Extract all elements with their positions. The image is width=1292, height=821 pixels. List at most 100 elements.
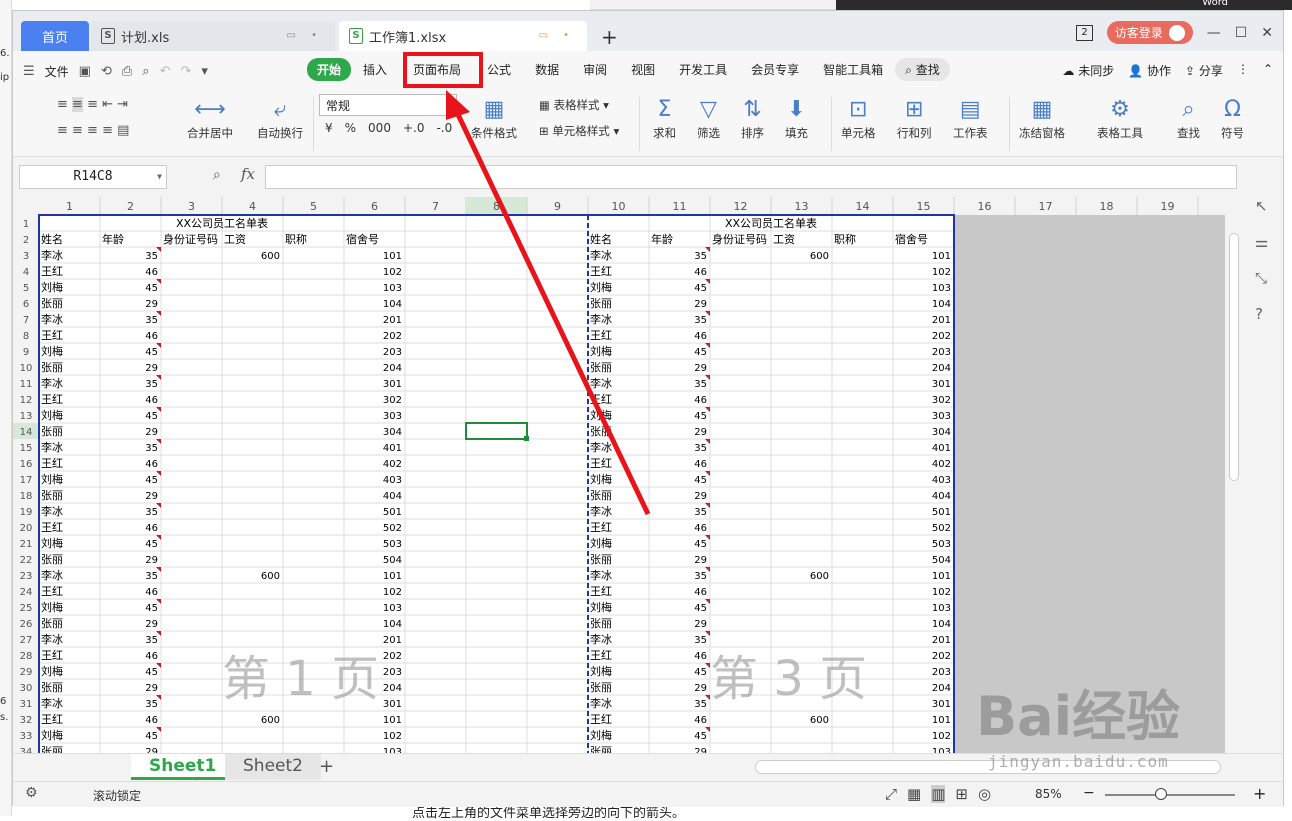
room-cell: 101 bbox=[383, 251, 402, 262]
symbol-button[interactable]: Ω 符号 bbox=[1221, 95, 1244, 141]
room-cell: 103 bbox=[383, 283, 402, 294]
spreadsheet-grid[interactable]: 1 2 3 4 5 6 7 8 9 10 11 12 13 14 15 16 17 18 19 1 2 3 4 5 6 7 8 9 10… bbox=[13, 197, 1225, 753]
fill-button[interactable]: ⬇ 填充 bbox=[785, 95, 808, 141]
filter-button[interactable]: ▽ 筛选 bbox=[697, 95, 720, 141]
zoom-formula-icon[interactable]: ⌕ bbox=[213, 167, 221, 183]
increase-decimal-button[interactable]: +.0 bbox=[403, 121, 425, 135]
maximize-button[interactable]: ☐ bbox=[1235, 25, 1248, 41]
undo-icon[interactable]: ↶ bbox=[160, 64, 171, 79]
add-sheet-button[interactable]: + bbox=[319, 756, 334, 777]
conditional-format-button[interactable]: ▦ 条件格式 bbox=[471, 95, 517, 141]
formula-input[interactable] bbox=[265, 165, 1237, 189]
page-layout-highlight-box bbox=[403, 52, 483, 88]
help-icon[interactable]: ? bbox=[1255, 305, 1263, 323]
new-tab-button[interactable]: + bbox=[601, 25, 618, 49]
page-layout-view-icon[interactable]: ⊞ bbox=[955, 785, 968, 803]
redo-icon[interactable]: ↷ bbox=[180, 64, 191, 79]
fullscreen-icon[interactable]: ⤢ bbox=[885, 785, 897, 803]
file-menu[interactable]: 文件 bbox=[45, 63, 69, 80]
hamburger-icon[interactable]: ☰ bbox=[23, 64, 35, 79]
zoom-slider[interactable] bbox=[1105, 794, 1235, 796]
zoom-in-button[interactable]: + bbox=[1253, 784, 1266, 803]
tab-start[interactable]: 开始 bbox=[307, 58, 352, 81]
room-cell: 201 bbox=[383, 315, 402, 326]
align-left-icons[interactable]: ≡ ≡ ≡ ≡ ▤ bbox=[57, 123, 129, 138]
tab-home[interactable]: 首页 bbox=[21, 21, 89, 51]
currency-button[interactable]: ¥ bbox=[325, 121, 333, 135]
tab-file-plan[interactable]: S 计划.xls ▭ • bbox=[91, 21, 335, 51]
collab-button[interactable]: 👤 协作 bbox=[1128, 62, 1171, 79]
room-cell: 101 bbox=[383, 571, 402, 582]
eye-protect-icon[interactable]: ◎ bbox=[978, 785, 991, 803]
adjust-icon[interactable]: ⚌ bbox=[1255, 233, 1268, 251]
more-icon[interactable]: ⋮ bbox=[1237, 62, 1249, 79]
resize-icon[interactable]: ⤡ bbox=[1255, 269, 1267, 287]
worksheet-button[interactable]: ▤ 工作表 bbox=[953, 95, 988, 141]
column-header: 6 bbox=[371, 200, 378, 213]
grid-canvas[interactable]: 1 2 3 4 5 6 7 8 9 10 11 12 13 14 15 16 17 18 1912345678910… bbox=[13, 197, 1225, 753]
zoom-slider-knob[interactable] bbox=[1155, 788, 1167, 800]
tab-review[interactable]: 审阅 bbox=[571, 58, 619, 81]
share-button[interactable]: ⇪ 分享 bbox=[1185, 62, 1223, 79]
format-painter-icon[interactable]: ⟲ bbox=[101, 64, 112, 79]
find-button[interactable]: ⌕ 查找 bbox=[1177, 95, 1200, 141]
cursor-icon[interactable]: ↖ bbox=[1255, 197, 1268, 215]
customize-icon[interactable]: ▾ bbox=[201, 64, 208, 79]
page-break-view-icon[interactable]: ▥ bbox=[931, 785, 946, 803]
row-header: 19 bbox=[20, 507, 33, 518]
collapse-ribbon-icon[interactable]: ⌃ bbox=[1263, 62, 1273, 79]
number-format-select[interactable]: 常规 bbox=[319, 94, 457, 116]
row-header: 22 bbox=[20, 555, 33, 566]
tab-smart-tools[interactable]: 智能工具箱 bbox=[811, 58, 895, 81]
macro-icon[interactable]: ⚙ bbox=[25, 785, 38, 801]
name-cell: 刘梅 bbox=[590, 536, 612, 550]
print-icon[interactable]: ⎙ bbox=[122, 64, 132, 79]
minimize-button[interactable]: — bbox=[1207, 25, 1221, 41]
tab-developer[interactable]: 开发工具 bbox=[667, 58, 739, 81]
cell-style-button[interactable]: ⊞ 单元格样式 ▾ bbox=[539, 123, 619, 139]
chevron-down-icon[interactable]: ▼ bbox=[157, 166, 162, 188]
freeze-panes-button[interactable]: ▦ 冻结窗格 bbox=[1019, 95, 1065, 141]
thousand-button[interactable]: 000 bbox=[368, 121, 391, 135]
table-style-button[interactable]: ▦ 表格样式 ▾ bbox=[539, 97, 609, 113]
tab-member[interactable]: 会员专享 bbox=[739, 58, 811, 81]
save-icon[interactable]: ▣ bbox=[79, 64, 91, 79]
tab-view[interactable]: 视图 bbox=[619, 58, 667, 81]
room-cell: 403 bbox=[383, 475, 402, 486]
sheet-tab-2[interactable]: Sheet2 bbox=[225, 754, 321, 780]
print-preview-icon[interactable]: ⌕ bbox=[142, 64, 149, 79]
zoom-out-button[interactable]: − bbox=[1083, 785, 1095, 801]
merge-center-button[interactable]: ⟷ 合并居中 bbox=[187, 95, 233, 141]
window-count-badge[interactable]: 2 bbox=[1076, 24, 1093, 41]
sum-button[interactable]: Σ 求和 bbox=[653, 95, 676, 141]
row-header: 31 bbox=[20, 699, 33, 710]
percent-button[interactable]: % bbox=[345, 121, 356, 135]
close-button[interactable]: ✕ bbox=[1261, 25, 1273, 41]
sync-button[interactable]: ☁ 未同步 bbox=[1062, 62, 1114, 79]
name-cell: 张丽 bbox=[590, 745, 612, 753]
align-top-icons[interactable]: ≡ ≡ ≡ ⇤ ⇥ bbox=[57, 97, 128, 112]
search-button[interactable]: ⌕ 查找 bbox=[895, 58, 950, 81]
name-box[interactable]: R14C8 ▼ bbox=[19, 165, 167, 189]
sheet-tab-1[interactable]: Sheet1 bbox=[131, 754, 235, 780]
fx-icon[interactable]: fx bbox=[241, 165, 255, 183]
room-cell: 204 bbox=[383, 683, 402, 694]
tab-unsaved-icon[interactable]: ▭ • bbox=[538, 30, 575, 41]
tab-data[interactable]: 数据 bbox=[523, 58, 571, 81]
sort-button[interactable]: ⇅ 排序 bbox=[741, 95, 764, 141]
guest-login-button[interactable]: 访客登录 bbox=[1106, 21, 1193, 44]
row-header: 5 bbox=[23, 283, 29, 294]
room-cell: 201 bbox=[932, 315, 951, 326]
row-col-button[interactable]: ⊞ 行和列 bbox=[897, 95, 932, 141]
name-cell: 王红 bbox=[590, 393, 612, 406]
zoom-level[interactable]: 85% bbox=[1035, 787, 1062, 801]
tab-controls-icon[interactable]: ▭ • bbox=[286, 30, 323, 41]
tab-file-workbook[interactable]: S 工作簿1.xlsx ▭ • bbox=[339, 21, 587, 51]
decrease-decimal-button[interactable]: -.0 bbox=[436, 121, 452, 135]
wrap-text-button[interactable]: ⤶ 自动换行 bbox=[257, 95, 303, 141]
cell-button[interactable]: ⊡ 单元格 bbox=[841, 95, 876, 141]
vertical-scroll-thumb[interactable] bbox=[1229, 233, 1239, 481]
tab-insert[interactable]: 插入 bbox=[351, 58, 399, 81]
table-tools-button[interactable]: ⚙ 表格工具 bbox=[1097, 95, 1143, 141]
normal-view-icon[interactable]: ▦ bbox=[907, 785, 921, 803]
